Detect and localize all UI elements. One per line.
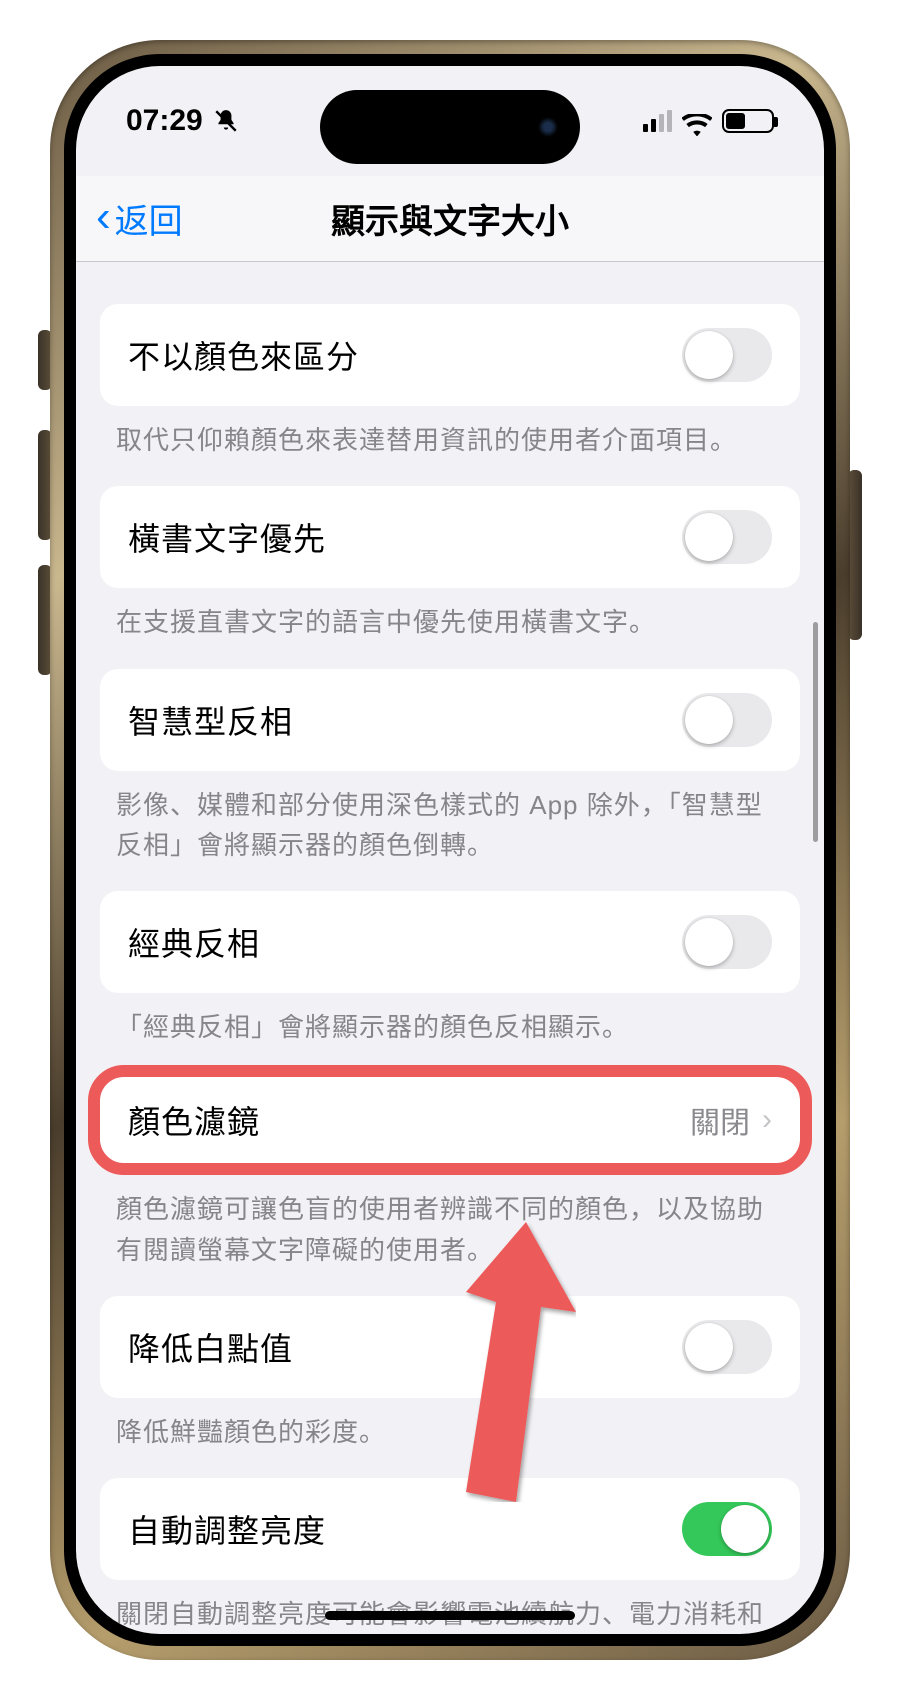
row-differentiate-without-color[interactable]: 不以顏色來區分: [100, 304, 800, 406]
row-label: 智慧型反相: [128, 697, 293, 743]
row-color-filters[interactable]: 顏色濾鏡 關閉 ›: [100, 1073, 800, 1167]
status-time: 07:29: [126, 104, 203, 138]
row-footer: 在支援直書文字的語言中優先使用橫書文字。: [76, 588, 824, 642]
row-label: 橫書文字優先: [128, 514, 326, 560]
row-label: 自動調整亮度: [128, 1506, 326, 1552]
row-label: 顏色濾鏡: [128, 1097, 260, 1143]
toggle-reduce-white-point[interactable]: [682, 1320, 772, 1374]
row-prefer-horizontal-text[interactable]: 橫書文字優先: [100, 486, 800, 588]
back-label: 返回: [115, 194, 183, 243]
toggle-prefer-horizontal-text[interactable]: [682, 510, 772, 564]
row-footer: 影像、媒體和部分使用深色樣式的 App 除外，「智慧型反相」會將顯示器的顏色倒轉…: [76, 771, 824, 866]
toggle-auto-brightness[interactable]: [682, 1502, 772, 1556]
cellular-icon: [643, 110, 672, 132]
row-footer: 降低鮮豔顏色的彩度。: [76, 1398, 824, 1452]
mute-icon: [213, 107, 239, 135]
row-footer: 關閉自動調整亮度可能會影響電池續航力、電力消耗和長期的螢幕效能。: [76, 1580, 824, 1634]
row-reduce-white-point[interactable]: 降低白點值: [100, 1296, 800, 1398]
toggle-differentiate-without-color[interactable]: [682, 328, 772, 382]
row-label: 降低白點值: [128, 1324, 293, 1370]
toggle-classic-invert[interactable]: [682, 915, 772, 969]
row-value: 關閉: [690, 1098, 750, 1142]
row-footer: 取代只仰賴顏色來表達替用資訊的使用者介面項目。: [76, 406, 824, 460]
row-footer: 「經典反相」會將顯示器的顏色反相顯示。: [76, 993, 824, 1047]
row-footer: 顏色濾鏡可讓色盲的使用者辨識不同的顏色，以及協助有閱讀螢幕文字障礙的使用者。: [76, 1175, 824, 1270]
row-auto-brightness[interactable]: 自動調整亮度: [100, 1478, 800, 1580]
chevron-left-icon: ‹: [96, 195, 111, 239]
row-classic-invert[interactable]: 經典反相: [100, 891, 800, 993]
wifi-icon: [682, 110, 712, 132]
battery-icon: [722, 109, 774, 133]
row-label: 不以顏色來區分: [128, 332, 359, 378]
phone-side-button: [848, 470, 862, 640]
back-button[interactable]: ‹ 返回: [96, 176, 183, 261]
settings-list[interactable]: 不以顏色來區分 取代只仰賴顏色來表達替用資訊的使用者介面項目。 橫書文字優先 在…: [76, 262, 824, 1634]
nav-bar: ‹ 返回 顯示與文字大小: [76, 176, 824, 262]
row-smart-invert[interactable]: 智慧型反相: [100, 669, 800, 771]
home-indicator[interactable]: [325, 1611, 575, 1620]
page-title: 顯示與文字大小: [331, 194, 569, 243]
dynamic-island: [320, 90, 580, 164]
screen: 07:29 ‹ 返回 顯示與文字大小: [76, 66, 824, 1634]
chevron-right-icon: ›: [762, 1103, 772, 1137]
row-label: 經典反相: [128, 919, 260, 965]
scroll-indicator: [813, 622, 818, 842]
toggle-smart-invert[interactable]: [682, 693, 772, 747]
phone-frame: 07:29 ‹ 返回 顯示與文字大小: [50, 40, 850, 1660]
